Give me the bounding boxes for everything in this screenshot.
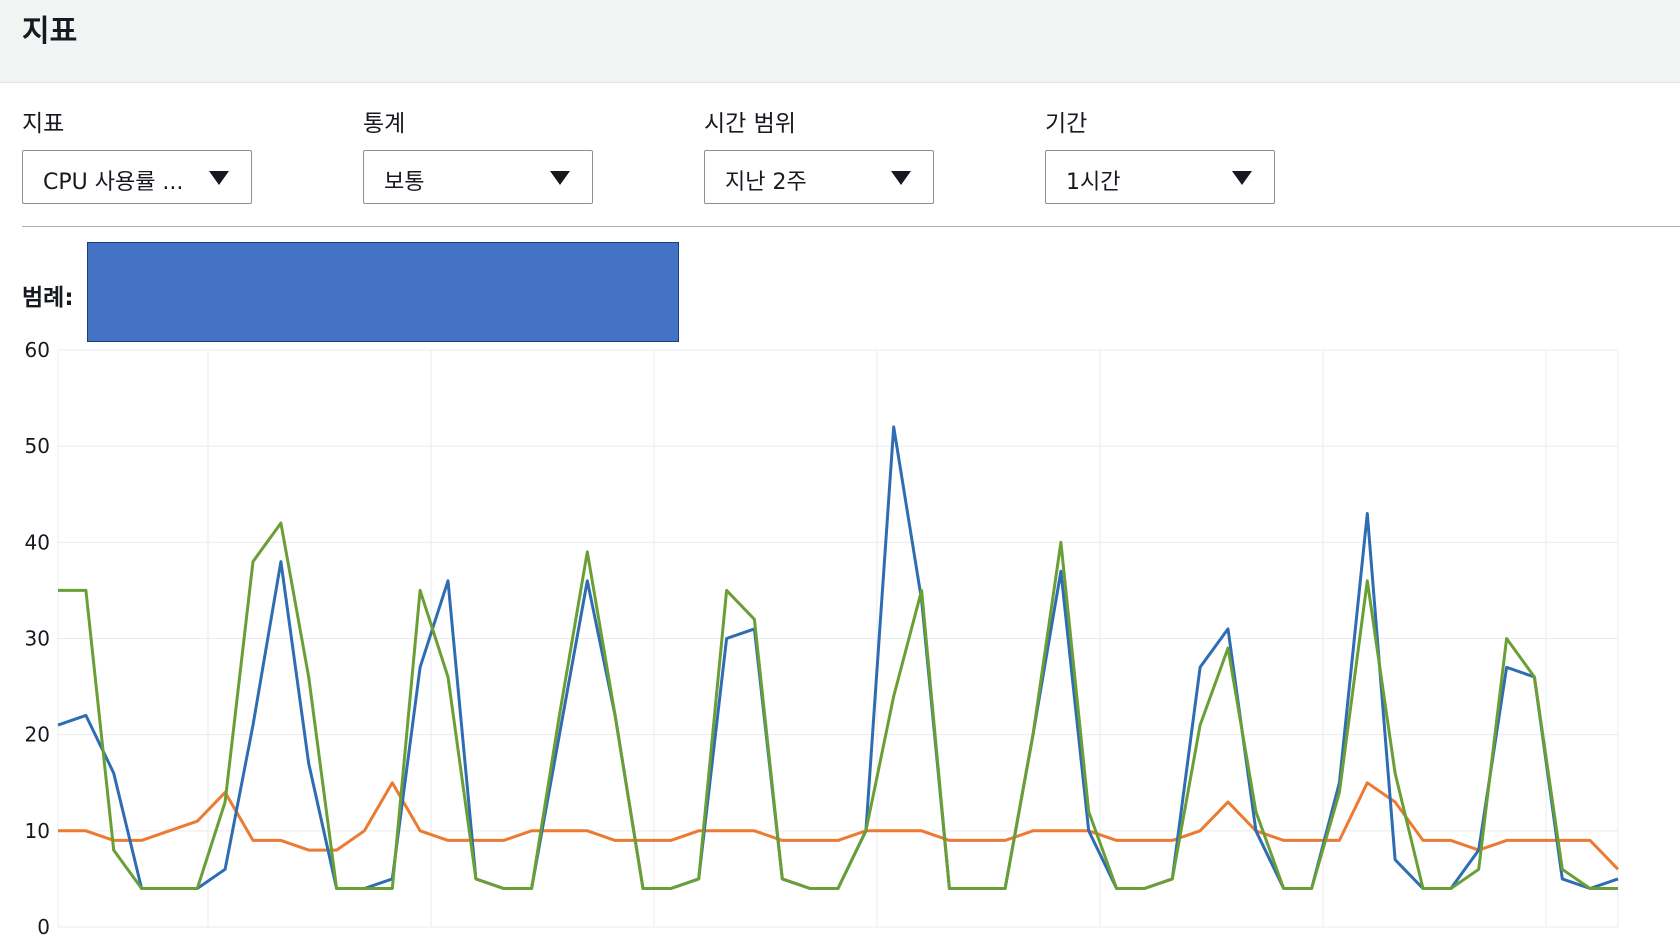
y-tick-label: 60 [25, 338, 50, 362]
statistic-label: 통계 [363, 111, 406, 137]
series-line-0 [57, 425, 1619, 890]
caret-down-icon [550, 171, 570, 185]
chart-series [57, 425, 1620, 890]
period-label: 기간 [1045, 111, 1088, 137]
time-range-dropdown-value: 지난 2주 [725, 170, 807, 195]
legend-label: 범례: [22, 285, 74, 311]
y-axis-ticks: 0 10 20 30 40 50 60 [25, 338, 50, 936]
caret-down-icon [891, 171, 911, 185]
cpu-usage-line-chart: 0 10 20 30 40 50 60 [25, 338, 1620, 936]
page-title: 지표 [22, 14, 78, 49]
time-range-label: 시간 범위 [704, 111, 796, 137]
period-dropdown-value: 1시간 [1066, 170, 1121, 195]
y-tick-label: 50 [25, 434, 50, 458]
divider [22, 226, 1680, 227]
metric-dropdown-value: CPU 사용률 ... [43, 170, 184, 195]
statistic-dropdown-value: 보통 [384, 170, 425, 195]
series-line-1 [58, 781, 1620, 871]
caret-down-icon [1232, 171, 1252, 185]
y-tick-label: 0 [37, 915, 50, 936]
y-tick-label: 20 [25, 723, 50, 747]
page-header: 지표 [0, 0, 1680, 83]
metric-dropdown[interactable]: CPU 사용률 ... [22, 150, 252, 204]
statistic-dropdown[interactable]: 보통 [363, 150, 593, 204]
time-range-dropdown[interactable]: 지난 2주 [704, 150, 934, 204]
y-tick-label: 40 [25, 530, 50, 554]
y-tick-label: 30 [25, 627, 50, 651]
series-line-2 [58, 521, 1618, 890]
legend-redaction-box [87, 242, 679, 342]
caret-down-icon [209, 171, 229, 185]
y-tick-label: 10 [25, 819, 50, 843]
metric-label: 지표 [22, 111, 65, 137]
period-dropdown[interactable]: 1시간 [1045, 150, 1275, 204]
